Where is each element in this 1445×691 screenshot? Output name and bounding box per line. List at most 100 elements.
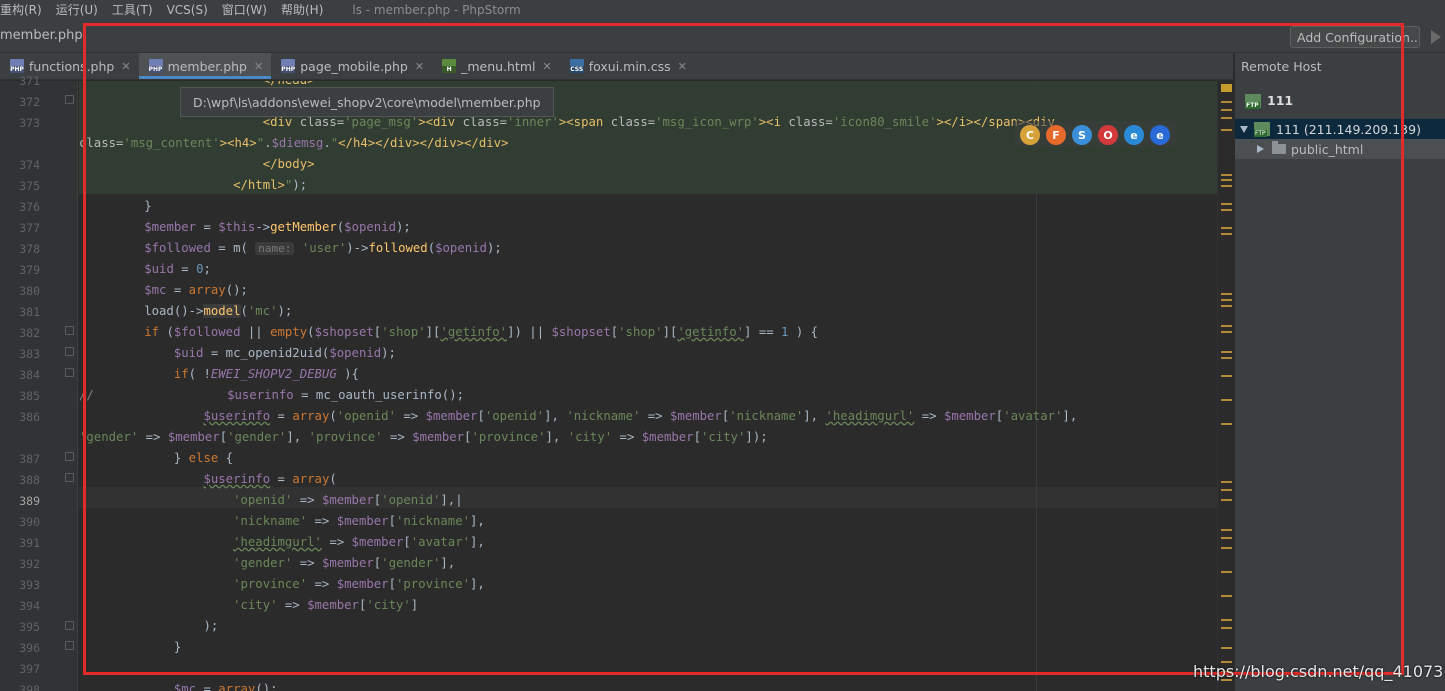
stripe-marker[interactable] [1221,299,1232,301]
remote-host-panel: Remote Host FTP 111 FTP 111 (211.149.209… [1234,53,1445,691]
stripe-marker[interactable] [1221,325,1232,327]
line-number: 377 [19,221,40,235]
fold-icon[interactable] [65,326,74,335]
code-line: 'province' => $member['province'], [233,577,485,591]
warning-indicator-icon[interactable] [1221,84,1232,92]
code-line: load()->model('mc'); [85,304,293,318]
tab-member-php[interactable]: PHP member.php ✕ [138,53,272,79]
stripe-marker[interactable] [1221,529,1232,531]
run-icon[interactable] [1431,30,1441,44]
tree-node-public-html[interactable]: public_html [1235,139,1445,159]
line-number: 396 [19,641,40,655]
close-icon[interactable]: ✕ [121,60,130,73]
tab-label: foxui.min.css [588,58,671,74]
expand-arrow-icon[interactable] [1240,125,1248,133]
ie-icon[interactable]: e [1124,125,1144,145]
tab-page-mobile-php[interactable]: PHP page_mobile.php ✕ [271,53,432,79]
open-in-browser-toolbar: CFSOee [1014,121,1176,147]
menu-vcs[interactable]: VCS(S) [160,3,215,17]
close-icon[interactable]: ✕ [678,60,687,73]
php-file-icon: PHP [281,59,296,73]
stripe-marker[interactable] [1221,357,1232,359]
php-file-icon: PHP [148,59,163,73]
stripe-marker[interactable] [1221,489,1232,491]
menu-window[interactable]: 窗口(W) [215,1,274,18]
stripe-marker[interactable] [1221,499,1232,501]
stripe-marker[interactable] [1221,227,1232,229]
stripe-marker[interactable] [1221,129,1232,131]
opera-icon[interactable]: O [1098,125,1118,145]
firefox-icon[interactable]: F [1046,125,1066,145]
stripe-marker[interactable] [1221,595,1232,597]
server-name: 111 [1267,93,1294,108]
folder-label: public_html [1291,141,1364,157]
collapse-arrow-icon[interactable] [1257,145,1264,153]
line-number: 398 [19,683,40,691]
stripe-marker[interactable] [1221,547,1232,549]
fold-icon[interactable] [65,621,74,630]
fold-icon[interactable] [65,452,74,461]
stripe-marker[interactable] [1221,375,1232,377]
menu-run[interactable]: 运行(U) [49,1,105,18]
code-line: } else { [85,451,234,465]
fold-icon[interactable] [65,473,74,482]
fold-icon[interactable] [65,641,74,650]
stripe-marker[interactable] [1221,209,1232,211]
ftp-server-icon: FTP [1245,93,1261,109]
fold-icon[interactable] [65,95,74,104]
safari-icon[interactable]: S [1072,125,1092,145]
line-number: 374 [19,158,40,172]
line-number: 383 [19,347,40,361]
css-file-icon: CSS [569,59,584,73]
breadcrumb[interactable]: member.php [0,28,83,43]
stripe-marker[interactable] [1221,101,1232,103]
close-icon[interactable]: ✕ [415,60,424,73]
code-editor[interactable]: </head> <div class='page_msg'><div class… [79,81,1217,691]
stripe-marker[interactable] [1221,305,1232,307]
error-stripe[interactable] [1217,81,1233,691]
code-line: 'openid' => $member['openid'],| [233,493,463,507]
stripe-marker[interactable] [1221,109,1232,111]
stripe-marker[interactable] [1221,174,1232,176]
stripe-marker[interactable] [1221,399,1232,401]
stripe-marker[interactable] [1221,117,1232,119]
line-number: 387 [19,452,40,466]
line-number: 392 [19,557,40,571]
stripe-marker[interactable] [1221,571,1232,573]
stripe-marker[interactable] [1221,331,1232,333]
tree-node-connection[interactable]: FTP 111 (211.149.209.139) [1235,119,1445,139]
chrome-icon[interactable]: C [1020,125,1040,145]
tab-foxui-css[interactable]: CSS foxui.min.css ✕ [560,53,695,79]
add-configuration-button[interactable]: Add Configuration... [1290,26,1420,48]
stripe-marker[interactable] [1221,293,1232,295]
stripe-marker[interactable] [1221,619,1232,621]
server-selector[interactable]: FTP 111 [1245,93,1294,109]
stripe-marker[interactable] [1221,233,1232,235]
code-line: $member = $this->getMember($openid); [144,220,411,234]
stripe-marker[interactable] [1221,351,1232,353]
stripe-marker[interactable] [1221,185,1232,187]
menu-tools[interactable]: 工具(T) [105,1,160,18]
code-line: ); [85,619,219,633]
close-icon[interactable]: ✕ [543,60,552,73]
code-line: 'gender' => $member['gender'], 'province… [79,430,768,444]
fold-icon[interactable] [65,347,74,356]
stripe-marker[interactable] [1221,179,1232,181]
close-icon[interactable]: ✕ [254,60,263,73]
code-line: // $userinfo = mc_oauth_userinfo(); [79,388,464,402]
stripe-marker[interactable] [1221,537,1232,539]
code-line: } [85,640,182,654]
tab-menu-html[interactable]: H _menu.html ✕ [432,53,560,79]
code-line: $followed = m( name: 'user')->followed($… [144,241,502,255]
line-number-gutter[interactable]: 371 372 373 374 375 376 377 378 379 380 381 382 383 3… [0,74,78,691]
stripe-marker[interactable] [1221,203,1232,205]
fold-icon[interactable] [65,368,74,377]
menu-refactor[interactable]: 重构(R) [0,1,49,18]
stripe-marker[interactable] [1221,627,1232,629]
editor-tabs: PHP functions.php ✕ PHP member.php ✕ PHP… [0,53,1233,80]
stripe-marker[interactable] [1221,481,1232,483]
menu-help[interactable]: 帮助(H) [274,1,330,18]
edge-icon[interactable]: e [1150,125,1170,145]
stripe-marker[interactable] [1221,423,1232,425]
stripe-marker[interactable] [1221,647,1232,649]
